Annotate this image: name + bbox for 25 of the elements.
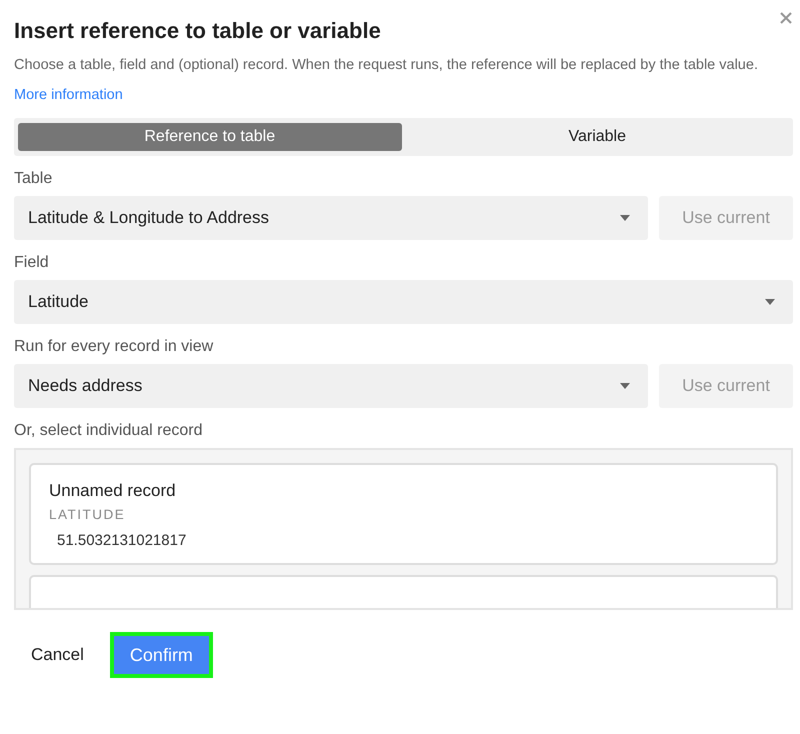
dialog-title: Insert reference to table or variable: [14, 18, 382, 44]
dropdown-select[interactable]: Needs address: [14, 364, 648, 408]
reference-type-tab[interactable]: Variable: [406, 123, 789, 151]
close-icon[interactable]: [780, 12, 792, 24]
field-label: Run for every record in view: [14, 338, 214, 356]
record-card[interactable]: Unnamed record LATITUDE 51.5032131021817: [29, 463, 778, 565]
field-label: Table: [14, 170, 54, 188]
reference-type-tab[interactable]: Reference to table: [18, 123, 402, 151]
record-field-name: LATITUDE: [49, 507, 126, 522]
dropdown-select[interactable]: Latitude & Longitude to Address: [14, 196, 648, 240]
caret-icon: [765, 299, 775, 305]
more-information-link[interactable]: More information: [14, 87, 123, 103]
dropdown-select[interactable]: Latitude: [14, 280, 793, 324]
dialog-description: Choose a table, field and (optional) record. When the request runs, the reference will be replaced by the table value. More information: [14, 56, 759, 105]
caret-icon: [620, 215, 630, 221]
field-label: Field: [14, 254, 50, 272]
caret-icon: [620, 383, 630, 389]
select-value: Latitude & Longitude to Address: [28, 208, 270, 228]
record-name: Unnamed record: [49, 481, 177, 501]
cancel-button[interactable]: Cancel: [31, 645, 84, 665]
field-label: Or, select individual record: [14, 422, 204, 440]
select-value: Needs address: [28, 376, 142, 396]
record-field-value: 51.5032131021817: [57, 532, 188, 549]
confirm-button[interactable]: Confirm: [110, 632, 213, 678]
select-value: Latitude: [28, 292, 88, 312]
